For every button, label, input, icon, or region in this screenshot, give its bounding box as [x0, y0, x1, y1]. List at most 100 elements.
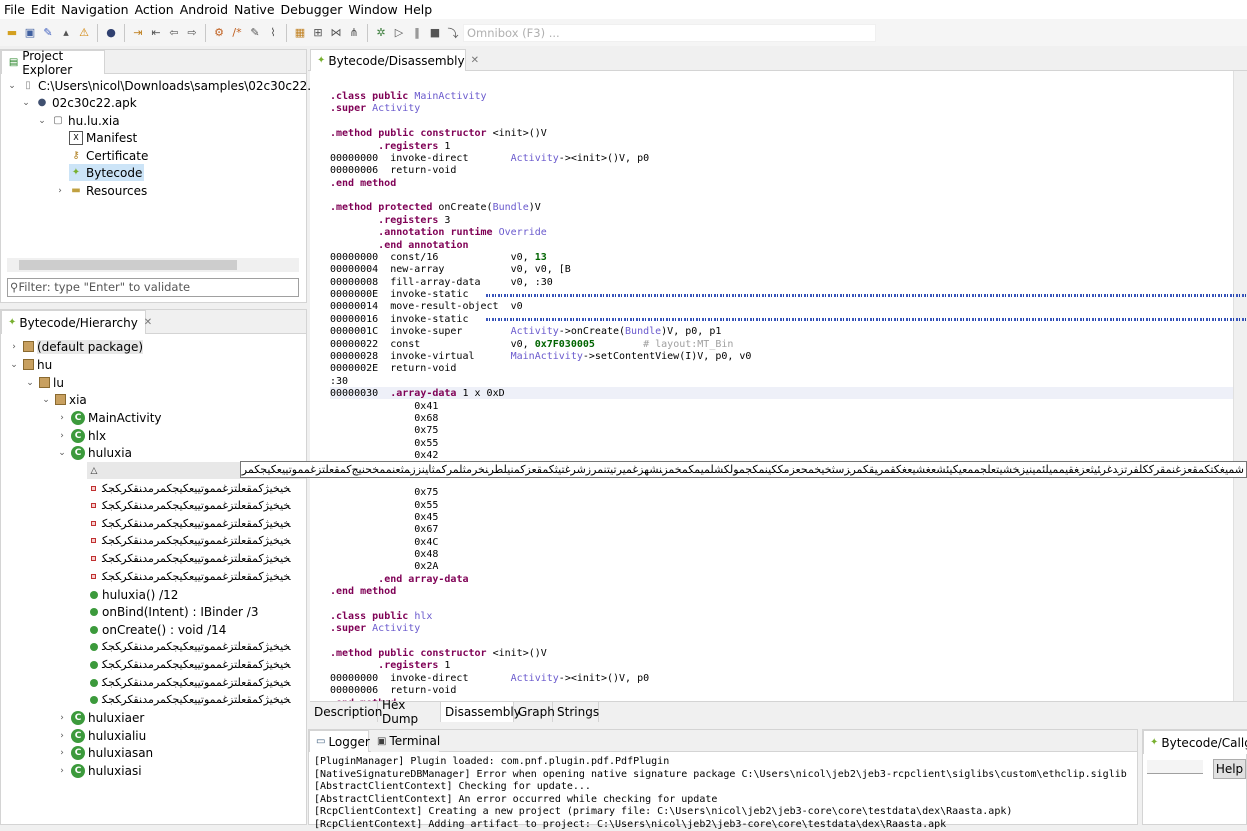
- jump-icon[interactable]: ⇤: [148, 25, 164, 41]
- tree-bytecode[interactable]: ✦ Bytecode: [69, 164, 145, 181]
- code-line[interactable]: 00000004 new-array v0, v0, [B: [330, 264, 571, 276]
- tree-class-huluxiaer[interactable]: › C huluxiaer: [57, 709, 144, 726]
- code-line[interactable]: 00000014 move-result-object v0: [330, 301, 523, 313]
- tree-resources[interactable]: › ▬ Resources: [55, 182, 147, 199]
- hierarchy-icon[interactable]: ⋈: [328, 25, 344, 41]
- tab-disassembly[interactable]: Disassembly: [441, 702, 521, 722]
- save-icon[interactable]: ▣: [22, 25, 38, 41]
- menu-edit[interactable]: Edit: [29, 1, 59, 19]
- code-line[interactable]: 0x75: [330, 425, 438, 437]
- tree-field[interactable]: ﺨﻴﺨﻴﮋﻛﻤﻘﻌﻠﺘﺰﻏﻤﻤﻮﺗﻴﻴﻌﻜﻴﺠﻜﻤﺮﻣﺪﻨﻘﻜﺮﻜﺠﻜ: [87, 497, 291, 514]
- tab-terminal[interactable]: ▣ Terminal: [371, 730, 440, 752]
- code-line[interactable]: 0x68: [330, 413, 438, 425]
- code-line[interactable]: .super Activity: [330, 103, 420, 115]
- code-line[interactable]: 00000028 invoke-virtual MainActivity->se…: [330, 351, 751, 363]
- callgraph-icon[interactable]: ⋔: [346, 25, 362, 41]
- back-icon[interactable]: ⇦: [166, 25, 182, 41]
- chevron-right-icon[interactable]: ›: [57, 766, 67, 776]
- tree-field[interactable]: ﺨﻴﺨﻴﮋﻛﻤﻘﻌﻠﺘﺰﻏﻤﻤﻮﺗﻴﻴﻌﻜﻴﺠﻜﻤﺮﻣﺪﻨﻘﻜﺮﻜﺠﻜ: [87, 550, 291, 567]
- tree-field[interactable]: ﺨﻴﺨﻴﮋﻛﻤﻘﻌﻠﺘﺰﻏﻤﻤﻮﺗﻴﻴﻌﻜﻴﺠﻜﻤﺮﻣﺪﻨﻘﻜﺮﻜﺠﻜ: [87, 568, 291, 585]
- menu-help[interactable]: Help: [402, 1, 437, 19]
- code-line[interactable]: 00000030 .array-data 1 x 0xD: [330, 388, 505, 400]
- menu-window[interactable]: Window: [346, 1, 401, 19]
- code-line[interactable]: 00000016 invoke-static: [330, 314, 468, 326]
- chevron-down-icon[interactable]: ⌄: [9, 360, 19, 370]
- code-line[interactable]: 0x67: [330, 524, 438, 536]
- tab-hex-dump[interactable]: Hex Dump: [378, 698, 441, 726]
- menu-action[interactable]: Action: [133, 1, 178, 19]
- menu-native[interactable]: Native: [232, 1, 278, 19]
- xrefs-icon[interactable]: ⌇: [265, 25, 281, 41]
- rename-icon[interactable]: ✎: [247, 25, 263, 41]
- chevron-right-icon[interactable]: ›: [57, 431, 67, 441]
- code-line[interactable]: .end method: [330, 586, 396, 598]
- close-icon[interactable]: ✕: [144, 317, 152, 328]
- code-line[interactable]: .class public MainActivity: [330, 91, 487, 103]
- code-line[interactable]: 0000000E invoke-static: [330, 289, 468, 301]
- code-line[interactable]: .registers 1: [330, 660, 450, 672]
- wrench-icon[interactable]: ✎: [40, 25, 56, 41]
- code-line[interactable]: 00000006 return-void: [330, 165, 456, 177]
- tree-method[interactable]: ﺨﻴﺨﻴﮋﻛﻤﻘﻌﻠﺘﺰﻏﻤﻤﻮﺗﻴﻴﻌﻜﻴﺠﻜﻤﺮﻣﺪﻨﻘﻜﺮﻜﺠﻜ: [87, 656, 291, 673]
- grid-icon[interactable]: ▦: [292, 25, 308, 41]
- horizontal-scrollbar[interactable]: [7, 258, 299, 272]
- chevron-right-icon[interactable]: ›: [57, 731, 67, 741]
- tree-package-xia[interactable]: ⌄ xia: [41, 391, 87, 408]
- tab-description[interactable]: Description: [310, 702, 382, 722]
- globe-icon[interactable]: ●: [103, 25, 119, 41]
- menu-file[interactable]: File: [2, 1, 29, 19]
- tree-apk[interactable]: ⌄ ● 02c30c22.apk: [21, 94, 137, 111]
- tab-graph[interactable]: Graph: [514, 702, 555, 722]
- disassembly-view[interactable]: .class public MainActivity .super Activit…: [310, 71, 1247, 701]
- close-icon[interactable]: ✕: [471, 55, 479, 66]
- tree-package-lu[interactable]: ⌄ lu: [25, 374, 64, 391]
- code-line[interactable]: 0x48: [330, 549, 438, 561]
- code-line[interactable]: .method public constructor <init>()V: [330, 648, 547, 660]
- tab-bytecode-callgraph[interactable]: ✦ Bytecode/Callgr: [1143, 730, 1247, 754]
- code-line[interactable]: .class public hlx: [330, 611, 432, 623]
- tree-class-mainactivity[interactable]: › C MainActivity: [57, 409, 162, 426]
- callgraph-input[interactable]: [1147, 760, 1203, 774]
- tree-class-huluxialiu[interactable]: › C huluxialiu: [57, 727, 146, 744]
- stop-icon[interactable]: ■: [427, 25, 443, 41]
- forward-icon[interactable]: ⇨: [184, 25, 200, 41]
- chevron-right-icon[interactable]: ›: [9, 342, 19, 352]
- tree-class-hlx[interactable]: › C hlx: [57, 427, 106, 444]
- chevron-down-icon[interactable]: ⌄: [41, 395, 51, 405]
- tab-strings[interactable]: Strings: [553, 702, 599, 722]
- step-into-icon[interactable]: ⤵: [445, 25, 461, 41]
- tree-class-huluxia[interactable]: ⌄ C huluxia: [57, 444, 132, 461]
- tree-method-onbind[interactable]: onBind(Intent) : IBinder /3: [87, 603, 258, 620]
- tree-field[interactable]: ﺨﻴﺨﻴﮋﻛﻤﻘﻌﻠﺘﺰﻏﻤﻤﻮﺗﻴﻴﻌﻜﻴﺠﻜﻤﺮﻣﺪﻨﻘﻜﺮﻜﺠﻜ: [87, 515, 291, 532]
- chevron-down-icon[interactable]: ⌄: [7, 81, 17, 91]
- delete-icon[interactable]: ▴: [58, 25, 74, 41]
- code-line[interactable]: :30: [330, 376, 348, 388]
- comment-icon[interactable]: /*: [229, 25, 245, 41]
- tree-default-package[interactable]: › (default package): [9, 338, 144, 355]
- code-line[interactable]: 0000002E return-void: [330, 363, 456, 375]
- code-line[interactable]: .end array-data: [330, 574, 468, 586]
- menu-navigation[interactable]: Navigation: [59, 1, 132, 19]
- chevron-down-icon[interactable]: ⌄: [57, 448, 67, 458]
- tree-method[interactable]: ﺨﻴﺨﻴﮋﻛﻤﻘﻌﻠﺘﺰﻏﻤﻤﻮﺗﻴﻴﻌﻜﻴﺠﻜﻤﺮﻣﺪﻨﻘﻜﺮﻜﺠﻜ: [87, 674, 291, 691]
- code-line[interactable]: 00000022 const v0, 0x7F030005 # layout:M…: [330, 339, 733, 351]
- code-line[interactable]: 0x55: [330, 500, 438, 512]
- warning-icon[interactable]: ⚠: [76, 25, 92, 41]
- tree-method-constructor[interactable]: huluxia() /12: [87, 586, 178, 603]
- tab-bytecode-disassembly[interactable]: ✦ Bytecode/Disassembly ✕: [310, 49, 479, 71]
- help-button[interactable]: Help: [1213, 759, 1246, 779]
- code-line[interactable]: .method protected onCreate(Bundle)V: [330, 202, 541, 214]
- chevron-right-icon[interactable]: ›: [57, 713, 67, 723]
- tree-field[interactable]: ﺨﻴﺨﻴﮋﻛﻤﻘﻌﻠﺘﺰﻏﻤﻤﻮﺗﻴﻴﻌﻜﻴﺠﻜﻤﺮﻣﺪﻨﻘﻜﺮﻜﺠﻜ: [87, 532, 291, 549]
- code-line[interactable]: 0x2A: [330, 561, 438, 573]
- tab-bytecode-hierarchy[interactable]: ✦ Bytecode/Hierarchy ✕: [1, 310, 152, 334]
- navigate-icon[interactable]: ⇥: [130, 25, 146, 41]
- chevron-down-icon[interactable]: ⌄: [21, 98, 31, 108]
- omnibox-input[interactable]: Omnibox (F3) ...: [463, 24, 876, 42]
- code-line[interactable]: .annotation runtime Override: [330, 227, 547, 239]
- code-line[interactable]: 00000006 return-void: [330, 685, 456, 697]
- code-line[interactable]: 0x45: [330, 512, 438, 524]
- debug-icon[interactable]: ✲: [373, 25, 389, 41]
- filter-input[interactable]: ⚲Filter: type "Enter" to validate: [7, 278, 299, 297]
- code-line[interactable]: .end method: [330, 178, 396, 190]
